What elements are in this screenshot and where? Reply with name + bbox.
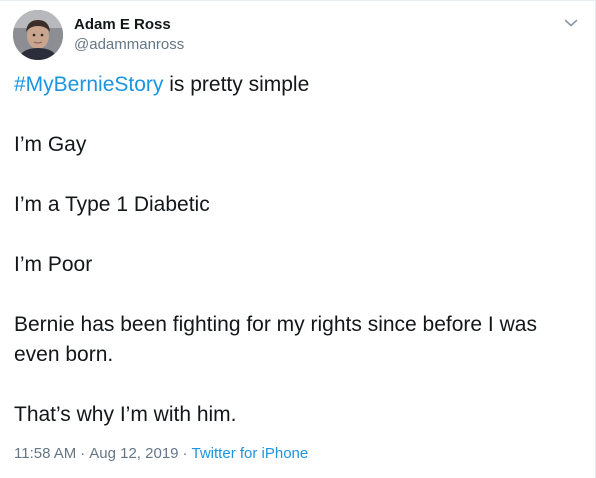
avatar-image [13, 10, 63, 60]
tweet-line: Bernie has been fighting for my rights s… [14, 313, 537, 366]
tweet-line: That’s why I’m with him. [14, 403, 237, 426]
tweet-line: I’m Gay [14, 133, 87, 156]
divider [0, 0, 596, 1]
tweet-date[interactable]: Aug 12, 2019 [89, 445, 178, 462]
separator: · [182, 445, 188, 462]
user-name[interactable]: Adam E Ross [74, 15, 171, 35]
tweet-text: #MyBernieStory is pretty simple I’m Gay … [14, 70, 574, 430]
hashtag-link[interactable]: #MyBernieStory [14, 73, 163, 96]
tweet-source-link[interactable]: Twitter for iPhone [192, 445, 309, 462]
tweet-metadata: 11:58 AM · Aug 12, 2019 · Twitter for iPhone [14, 444, 308, 464]
user-handle[interactable]: @adammanross [74, 35, 184, 55]
tweet-line-text: is pretty simple [163, 73, 310, 96]
tweet-line: I’m Poor [14, 253, 93, 276]
avatar[interactable] [13, 10, 63, 60]
tweet-line: I’m a Type 1 Diabetic [14, 193, 210, 216]
tweet-line: #MyBernieStory is pretty simple [14, 70, 574, 100]
chevron-down-icon[interactable] [562, 14, 580, 32]
tweet-card: Adam E Ross @adammanross #MyBernieStory … [0, 0, 596, 478]
separator: · [80, 445, 86, 462]
tweet-time[interactable]: 11:58 AM [14, 445, 76, 462]
